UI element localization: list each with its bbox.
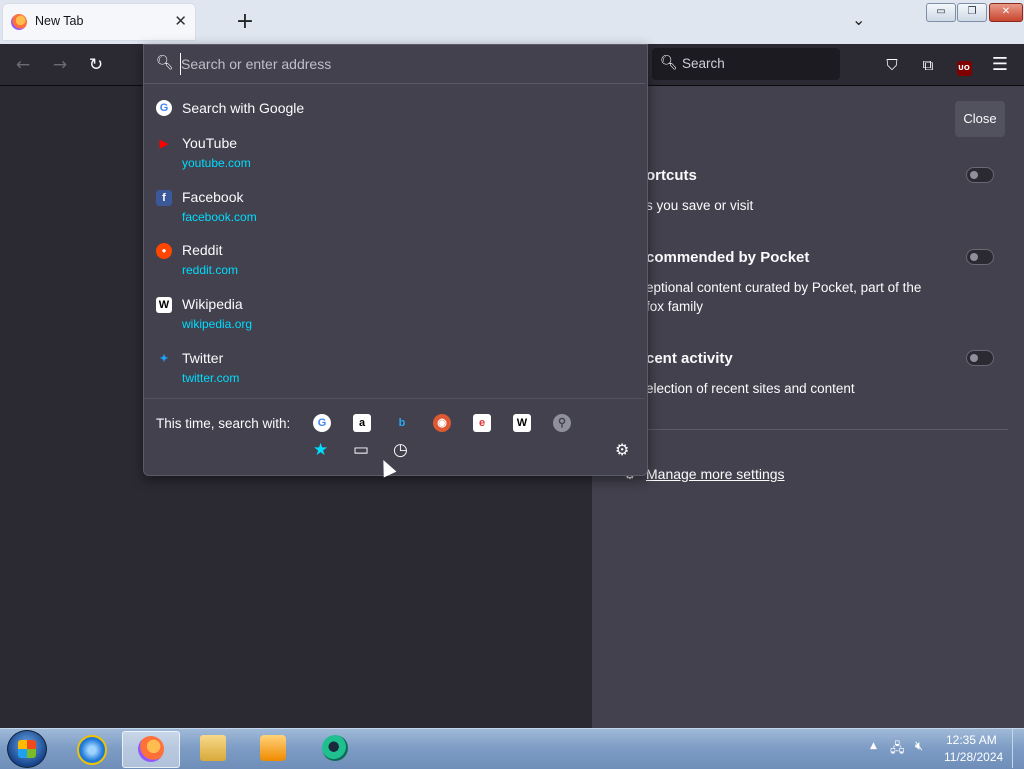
- search-icon: 🔍︎: [156, 55, 174, 71]
- address-input[interactable]: [180, 53, 621, 75]
- youtube-icon: ▶: [159, 138, 169, 150]
- toggle-recent-activity[interactable]: [966, 350, 994, 366]
- section-desc-shortcuts: s you save or visit: [646, 198, 754, 213]
- clock-date[interactable]: 11/28/2024: [944, 750, 1003, 764]
- maximize-button[interactable]: ❐: [957, 3, 987, 22]
- wikipedia-icon[interactable]: W: [513, 414, 531, 432]
- google-icon[interactable]: G: [313, 414, 331, 432]
- amazon-icon[interactable]: a: [353, 414, 371, 432]
- search-engine-icon[interactable]: ⚲: [553, 414, 571, 432]
- oneoff-label: This time, search with:: [156, 416, 291, 431]
- section-title-recent-activity: cent activity: [646, 350, 733, 367]
- duckduckgo-icon[interactable]: ◉: [433, 414, 451, 432]
- bing-icon[interactable]: b: [393, 414, 411, 432]
- toggle-pocket[interactable]: [966, 249, 994, 265]
- clock-time[interactable]: 12:35 AM: [946, 733, 997, 747]
- search-icon: 🔍︎: [660, 55, 678, 71]
- urlbar[interactable]: 🔍︎: [144, 45, 645, 84]
- ublock-origin-icon[interactable]: UO: [951, 52, 977, 78]
- tab-new-tab[interactable]: New Tab ✕: [3, 4, 195, 40]
- result-title: Twitter: [182, 350, 224, 366]
- new-tab-button[interactable]: +: [234, 8, 256, 36]
- section-title-pocket: commended by Pocket: [646, 249, 810, 266]
- result-row[interactable]: ● Reddit reddit.com: [144, 240, 645, 284]
- section-title-shortcuts: ortcuts: [646, 167, 697, 184]
- tabs-icon[interactable]: ▭: [353, 440, 369, 460]
- toggle-shortcuts[interactable]: [966, 167, 994, 183]
- result-row[interactable]: ✦ Twitter twitter.com: [144, 348, 645, 392]
- firefox-icon: [11, 14, 27, 30]
- start-button[interactable]: [7, 730, 47, 768]
- result-title: Wikipedia: [182, 296, 243, 312]
- bookmarks-icon[interactable]: ★: [313, 440, 328, 460]
- taskbar-firefox[interactable]: [122, 731, 180, 768]
- result-url: facebook.com: [182, 210, 257, 224]
- result-url: wikipedia.org: [182, 317, 253, 331]
- reload-icon[interactable]: ↻: [83, 52, 109, 78]
- close-button[interactable]: Close: [955, 101, 1005, 137]
- twitter-icon: ✦: [159, 353, 169, 365]
- search-box[interactable]: 🔍︎ Search: [652, 48, 840, 80]
- facebook-icon: f: [156, 190, 172, 206]
- google-icon: G: [156, 100, 172, 116]
- ebay-icon[interactable]: e: [473, 414, 491, 432]
- media-player-icon: [260, 735, 286, 761]
- taskbar-internet-explorer[interactable]: [62, 731, 118, 766]
- volume-muted-icon[interactable]: 🔇︎: [915, 739, 923, 754]
- close-window-button[interactable]: ✕: [989, 3, 1023, 22]
- taskbar-explorer[interactable]: [185, 731, 241, 766]
- search-settings-icon[interactable]: ⚙: [615, 440, 629, 459]
- result-url: reddit.com: [182, 263, 239, 277]
- result-row[interactable]: ▶ YouTube youtube.com: [144, 133, 645, 177]
- internet-explorer-icon: [77, 735, 107, 765]
- tab-title: New Tab: [35, 14, 84, 28]
- search-placeholder: Search: [682, 56, 725, 71]
- show-desktop-button[interactable]: [1012, 729, 1024, 768]
- minimize-button[interactable]: ▭: [926, 3, 956, 22]
- search-with-label: Search with Google: [182, 100, 305, 116]
- show-hidden-icons[interactable]: ▲: [870, 741, 877, 751]
- result-title: Reddit: [182, 242, 223, 258]
- search-suggestion-row[interactable]: G Search with Google: [144, 96, 645, 122]
- taskbar-app[interactable]: [307, 731, 363, 766]
- taskbar-media-player[interactable]: [245, 731, 301, 766]
- result-url: twitter.com: [182, 371, 240, 385]
- reddit-icon: ●: [156, 243, 172, 259]
- extensions-icon[interactable]: ⧉: [915, 52, 941, 78]
- app-icon: [322, 735, 348, 761]
- close-tab-icon[interactable]: ✕: [174, 12, 187, 30]
- result-url: youtube.com: [182, 156, 251, 170]
- manage-settings-link[interactable]: Manage more settings: [646, 466, 785, 482]
- network-icon[interactable]: 🖧︎: [890, 739, 905, 761]
- result-title: YouTube: [182, 135, 238, 151]
- windows-logo-icon: [18, 740, 36, 758]
- section-desc-pocket: eptional content curated by Pocket, part…: [646, 280, 922, 314]
- result-row[interactable]: f Facebook facebook.com: [144, 187, 645, 231]
- result-title: Facebook: [182, 189, 244, 205]
- ublock-label: UO: [956, 61, 972, 76]
- list-all-tabs-icon[interactable]: ⌄: [852, 10, 865, 29]
- section-desc-recent-activity: election of recent sites and content: [646, 381, 855, 396]
- dropdown-divider: [144, 398, 645, 399]
- history-icon[interactable]: ◷: [393, 440, 408, 460]
- pocket-icon[interactable]: ⛉: [879, 52, 905, 78]
- forward-icon[interactable]: →: [47, 52, 73, 78]
- back-icon[interactable]: ←: [10, 52, 36, 78]
- menu-icon[interactable]: ☰: [987, 52, 1013, 78]
- firefox-icon: [138, 736, 164, 762]
- panel-divider: [612, 429, 1008, 430]
- wikipedia-icon: W: [156, 297, 172, 313]
- folder-icon: [200, 735, 226, 761]
- result-row[interactable]: W Wikipedia wikipedia.org: [144, 294, 645, 338]
